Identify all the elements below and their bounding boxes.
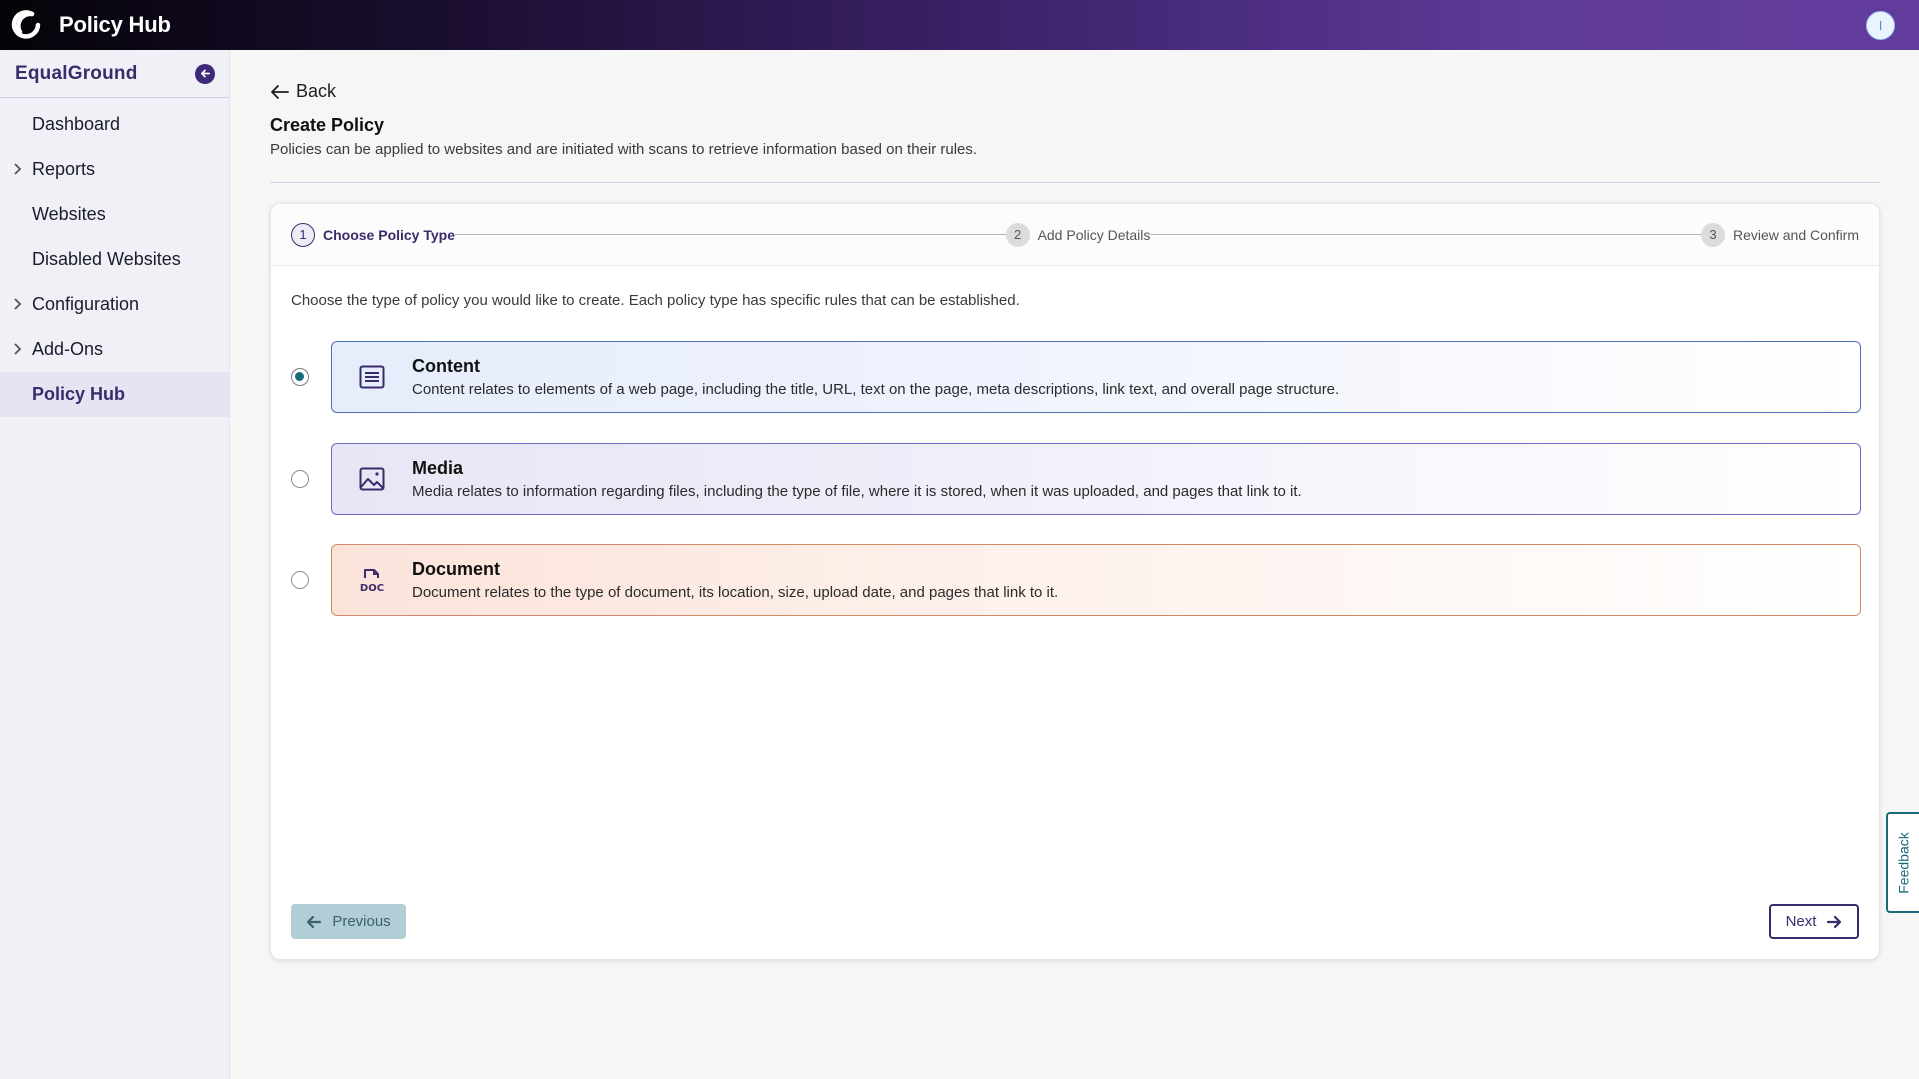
step-add-policy-details: 2 Add Policy Details xyxy=(1005,222,1151,247)
sidebar-item-label: Policy Hub xyxy=(32,384,126,404)
radio-document[interactable] xyxy=(291,571,309,589)
back-link[interactable]: Back xyxy=(270,81,336,102)
divider xyxy=(270,182,1880,183)
sidebar: EqualGround Dashboard Reports Websites D… xyxy=(0,50,230,1079)
sidebar-item-label: Disabled Websites xyxy=(32,249,181,269)
sidebar-item-label: Reports xyxy=(32,159,96,179)
app-title: Policy Hub xyxy=(59,12,171,37)
sidebar-item-add-ons[interactable]: Add-Ons xyxy=(0,327,229,372)
content-lines-icon xyxy=(357,362,387,392)
option-card-content[interactable]: Content Content relates to elements of a… xyxy=(331,341,1861,413)
sidebar-item-configuration[interactable]: Configuration xyxy=(0,282,229,327)
sidebar-nav: Dashboard Reports Websites Disabled Webs… xyxy=(0,98,229,417)
image-icon xyxy=(357,464,387,494)
svg-text:DOC: DOC xyxy=(360,583,384,594)
wizard-intro: Choose the type of policy you would like… xyxy=(291,292,1020,309)
option-title: Document xyxy=(412,559,501,579)
sidebar-item-disabled-websites[interactable]: Disabled Websites xyxy=(0,237,229,282)
previous-label: Previous xyxy=(332,913,391,930)
arrow-left-icon xyxy=(271,84,289,99)
main-content: Back Create Policy Policies can be appli… xyxy=(230,50,1919,1079)
chevron-right-icon xyxy=(14,298,22,310)
feedback-tab[interactable]: Feedback xyxy=(1886,812,1919,913)
sidebar-item-label: Websites xyxy=(32,204,106,224)
sidebar-item-dashboard[interactable]: Dashboard xyxy=(0,102,229,147)
policy-option-content: Content Content relates to elements of a… xyxy=(291,341,1861,413)
option-description: Content relates to elements of a web pag… xyxy=(412,381,1340,398)
step-number: 1 xyxy=(291,222,315,247)
step-label: Add Policy Details xyxy=(1037,226,1151,243)
sidebar-item-policy-hub[interactable]: Policy Hub xyxy=(0,372,229,417)
radio-media[interactable] xyxy=(291,470,309,488)
option-title: Content xyxy=(412,356,480,376)
page-title: Create Policy xyxy=(270,115,385,135)
sidebar-item-reports[interactable]: Reports xyxy=(0,147,229,192)
next-button[interactable]: Next xyxy=(1769,904,1859,939)
step-connector xyxy=(1150,234,1701,235)
option-description: Media relates to information regarding f… xyxy=(412,483,1302,500)
radio-content[interactable] xyxy=(291,368,309,386)
feedback-label: Feedback xyxy=(1895,831,1912,894)
option-card-media[interactable]: Media Media relates to information regar… xyxy=(331,443,1861,515)
sidebar-item-websites[interactable]: Websites xyxy=(0,192,229,237)
arrow-left-icon xyxy=(307,915,322,928)
doc-file-icon: DOC xyxy=(357,565,387,595)
brand-logo-icon[interactable] xyxy=(9,7,45,43)
chevron-right-icon xyxy=(14,163,22,175)
option-card-document[interactable]: DOC Document Document relates to the typ… xyxy=(331,544,1861,616)
option-title: Media xyxy=(412,458,464,478)
org-row: EqualGround xyxy=(0,50,229,98)
user-avatar[interactable]: I xyxy=(1866,11,1895,40)
step-choose-policy-type: 1 Choose Policy Type xyxy=(291,222,455,247)
step-label: Choose Policy Type xyxy=(323,226,455,243)
policy-option-document: DOC Document Document relates to the typ… xyxy=(291,544,1861,616)
back-label: Back xyxy=(296,81,337,101)
previous-button[interactable]: Previous xyxy=(291,904,406,939)
create-policy-wizard: 1 Choose Policy Type 2 Add Policy Detail… xyxy=(270,203,1880,960)
sidebar-item-label: Configuration xyxy=(32,294,140,314)
step-number: 2 xyxy=(1005,222,1030,247)
policy-option-media: Media Media relates to information regar… xyxy=(291,443,1861,515)
next-label: Next xyxy=(1785,913,1817,930)
option-description: Document relates to the type of document… xyxy=(412,584,1059,601)
stepper: 1 Choose Policy Type 2 Add Policy Detail… xyxy=(271,204,1879,266)
step-review-and-confirm: 3 Review and Confirm xyxy=(1700,222,1860,247)
step-number: 3 xyxy=(1700,222,1725,247)
page-subtitle: Policies can be applied to websites and … xyxy=(270,141,978,158)
arrow-left-icon xyxy=(200,69,210,78)
step-label: Review and Confirm xyxy=(1732,226,1860,243)
org-name: EqualGround xyxy=(15,62,138,84)
arrow-right-icon xyxy=(1827,915,1842,928)
collapse-sidebar-button[interactable] xyxy=(195,63,215,84)
step-connector xyxy=(455,234,1006,235)
top-bar: Policy Hub I xyxy=(0,0,1919,50)
sidebar-item-label: Add-Ons xyxy=(32,339,104,359)
sidebar-item-label: Dashboard xyxy=(32,114,121,134)
chevron-right-icon xyxy=(14,343,22,355)
